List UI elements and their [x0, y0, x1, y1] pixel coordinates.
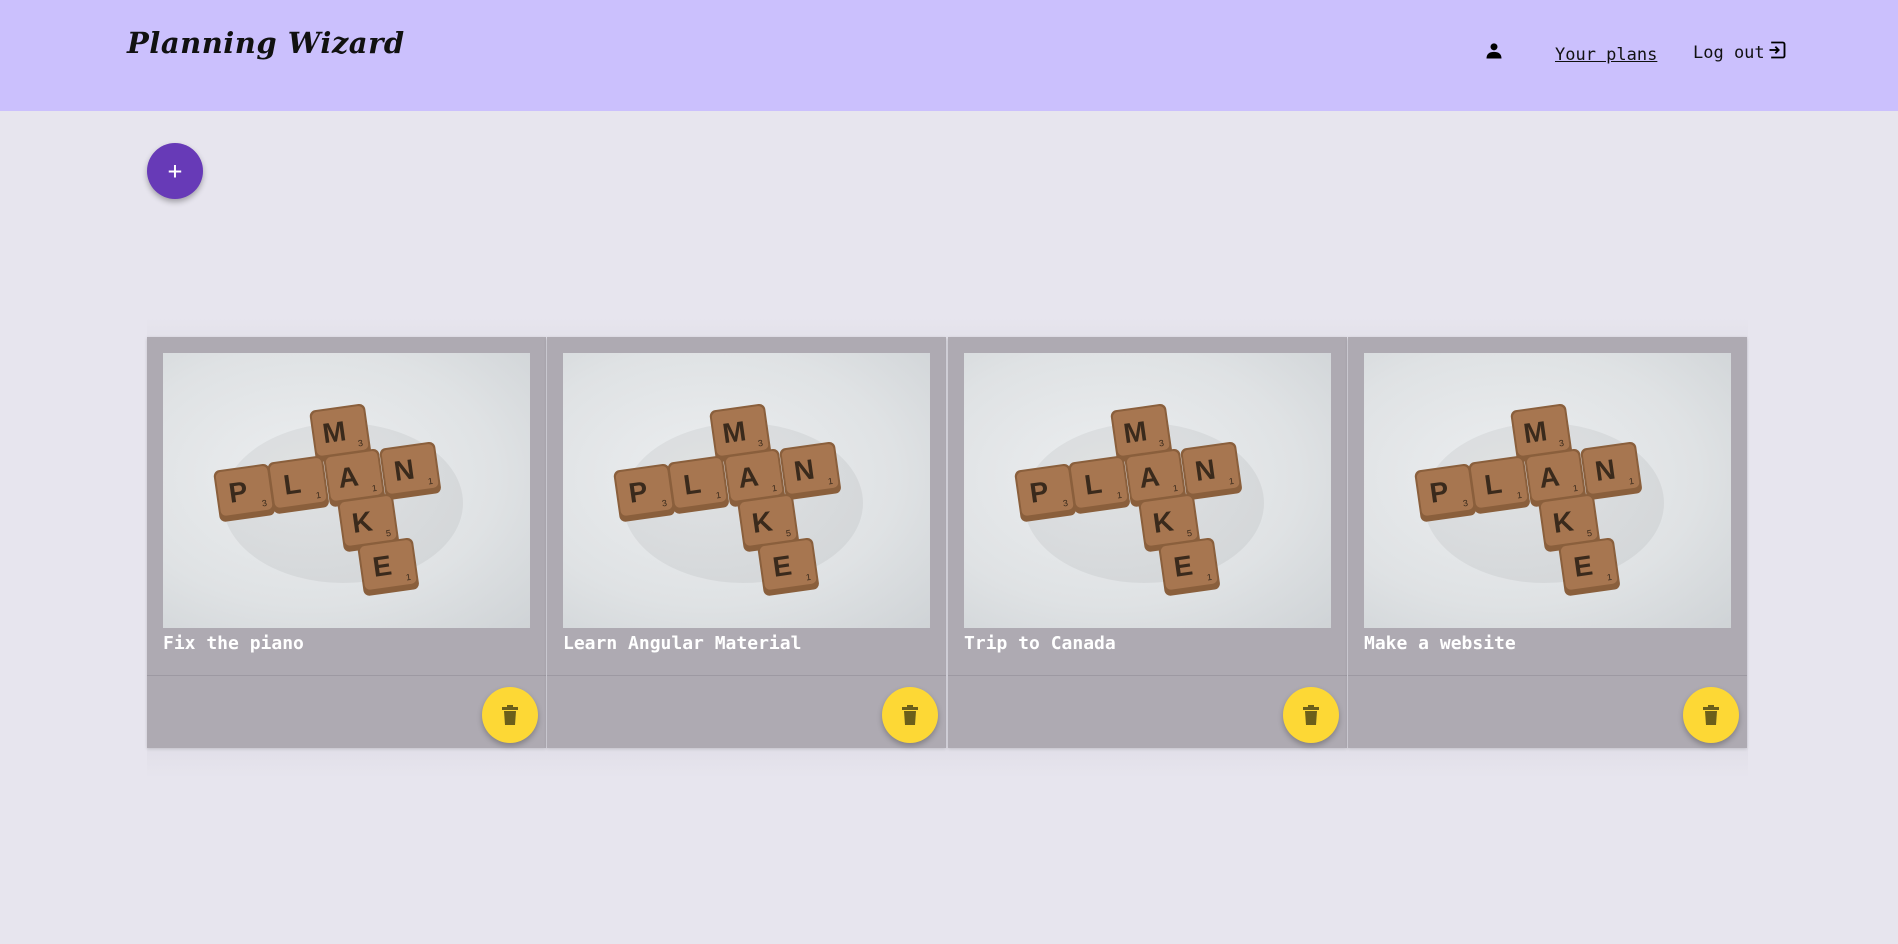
trash-icon [502, 705, 518, 725]
plan-card[interactable]: M 3 P 3 L 1 A 1 N 1 [1348, 337, 1747, 748]
svg-text:M: M [320, 415, 347, 449]
svg-text:A: A [336, 460, 360, 494]
card-divider [1348, 675, 1747, 676]
card-divider [547, 675, 946, 676]
card-divider [147, 675, 546, 676]
plan-image: M 3 P 3 L 1 A 1 N 1 K 5 E 1 [563, 353, 930, 628]
plan-title: Make a website [1364, 633, 1516, 654]
trash-icon [902, 705, 918, 725]
top-toolbar: Planning Wizard Your plans Log out [0, 0, 1898, 111]
svg-text:N: N [1193, 453, 1217, 487]
plan-image: M 3 P 3 L 1 A 1 N 1 K 5 E 1 [163, 353, 530, 628]
person-icon[interactable] [1484, 40, 1504, 62]
svg-text:A: A [736, 460, 760, 494]
logout-label: Log out [1693, 43, 1765, 63]
plan-card[interactable]: M 3 P 3 L 1 A 1 N 1 [547, 337, 946, 748]
svg-text:N: N [1593, 453, 1617, 487]
delete-plan-button[interactable] [482, 687, 538, 743]
delete-plan-button[interactable] [1683, 687, 1739, 743]
svg-text:K: K [1151, 505, 1175, 539]
delete-plan-button[interactable] [882, 687, 938, 743]
logout-icon [1769, 41, 1786, 59]
svg-text:K: K [1551, 505, 1575, 539]
svg-text:A: A [1137, 460, 1161, 494]
svg-text:A: A [1537, 460, 1561, 494]
card-divider [948, 675, 1347, 676]
svg-text:K: K [350, 505, 374, 539]
svg-text:K: K [750, 505, 774, 539]
plan-title: Fix the piano [163, 633, 304, 654]
logout-button[interactable]: Log out [1693, 41, 1787, 63]
your-plans-link[interactable]: Your plans [1555, 45, 1657, 65]
svg-text:M: M [1521, 415, 1548, 449]
plus-icon: + [167, 157, 183, 185]
svg-text:M: M [720, 415, 747, 449]
svg-text:N: N [792, 453, 816, 487]
plan-card[interactable]: M 3 P 3 L 1 A 1 N 1 [147, 337, 546, 748]
plan-image: M 3 P 3 L 1 A 1 N 1 K 5 E 1 [964, 353, 1331, 628]
plan-title: Trip to Canada [964, 633, 1116, 654]
svg-text:N: N [392, 453, 416, 487]
trash-icon [1303, 705, 1319, 725]
plan-title: Learn Angular Material [563, 633, 802, 654]
delete-plan-button[interactable] [1283, 687, 1339, 743]
app-brand[interactable]: Planning Wizard [127, 26, 405, 60]
trash-icon [1703, 705, 1719, 725]
plan-image: M 3 P 3 L 1 A 1 N 1 K 5 E 1 [1364, 353, 1731, 628]
svg-text:M: M [1121, 415, 1148, 449]
add-plan-button[interactable]: + [147, 143, 203, 199]
plan-card[interactable]: M 3 P 3 L 1 A 1 N 1 [948, 337, 1347, 748]
